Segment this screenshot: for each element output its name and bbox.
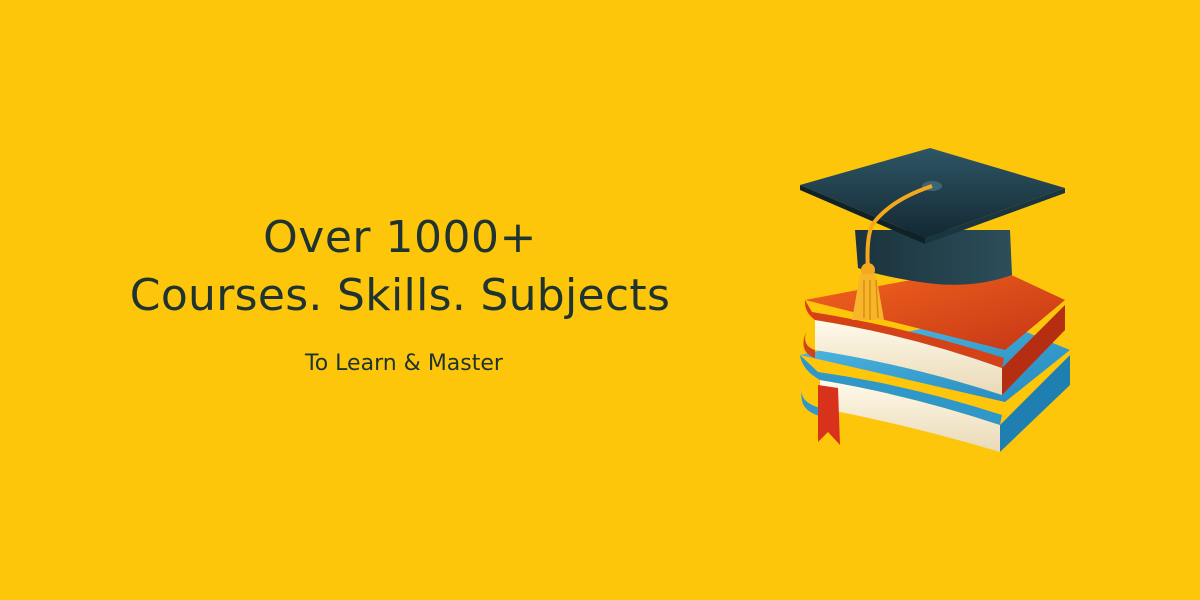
headline-block: Over 1000+ Courses. Skills. Subjects To … (80, 210, 720, 379)
education-illustration (800, 148, 1070, 452)
headline-count: Over 1000+ (263, 212, 537, 263)
promo-banner: Over 1000+ Courses. Skills. Subjects To … (0, 0, 1200, 600)
headline-subjects: Courses. Skills. Subjects (129, 270, 671, 321)
tagline: To Learn & Master (305, 351, 503, 376)
book-stack-icon (800, 265, 1070, 452)
